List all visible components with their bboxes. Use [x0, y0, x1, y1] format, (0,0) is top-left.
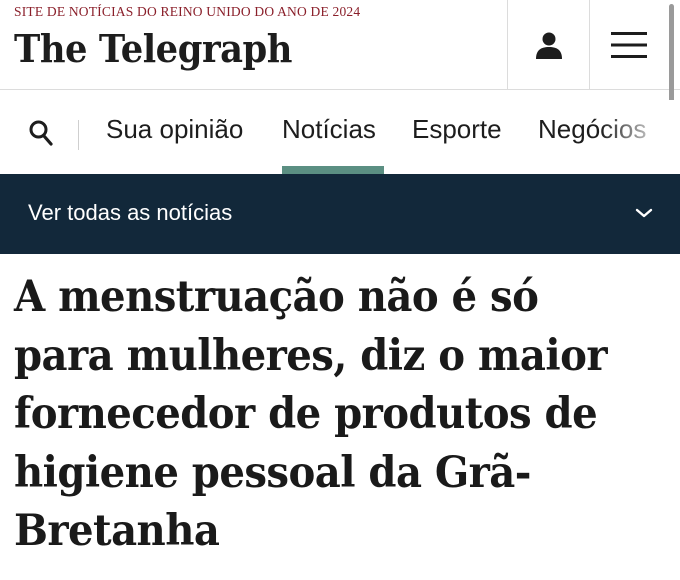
- nav-divider: [78, 120, 79, 150]
- section-nav: Sua opinião Notícias Esporte Negócios: [0, 90, 680, 174]
- telegraph-logo[interactable]: The Telegraph: [14, 26, 292, 71]
- nav-item-noticias[interactable]: Notícias: [282, 114, 376, 145]
- nav-scroll-fade: [600, 100, 680, 164]
- hamburger-icon: [611, 31, 647, 58]
- site-header: SITE DE NOTÍCIAS DO REINO UNIDO DO ANO D…: [0, 0, 680, 90]
- all-news-label: Ver todas as notícias: [28, 200, 233, 225]
- nav-item-sua-opiniao[interactable]: Sua opinião: [106, 114, 243, 145]
- article-headline: A menstruação não é só para mulheres, di…: [14, 272, 608, 556]
- chevron-down-icon: [635, 208, 653, 218]
- search-icon: [29, 120, 53, 146]
- nav-active-indicator: [282, 166, 384, 174]
- site-tagline: SITE DE NOTÍCIAS DO REINO UNIDO DO ANO D…: [14, 4, 361, 19]
- search-button[interactable]: [24, 116, 58, 150]
- account-button[interactable]: [507, 0, 590, 89]
- all-news-dropdown[interactable]: Ver todas as notícias: [0, 174, 680, 254]
- menu-button[interactable]: [589, 0, 668, 89]
- nav-item-esporte[interactable]: Esporte: [412, 114, 502, 145]
- user-icon: [536, 32, 562, 59]
